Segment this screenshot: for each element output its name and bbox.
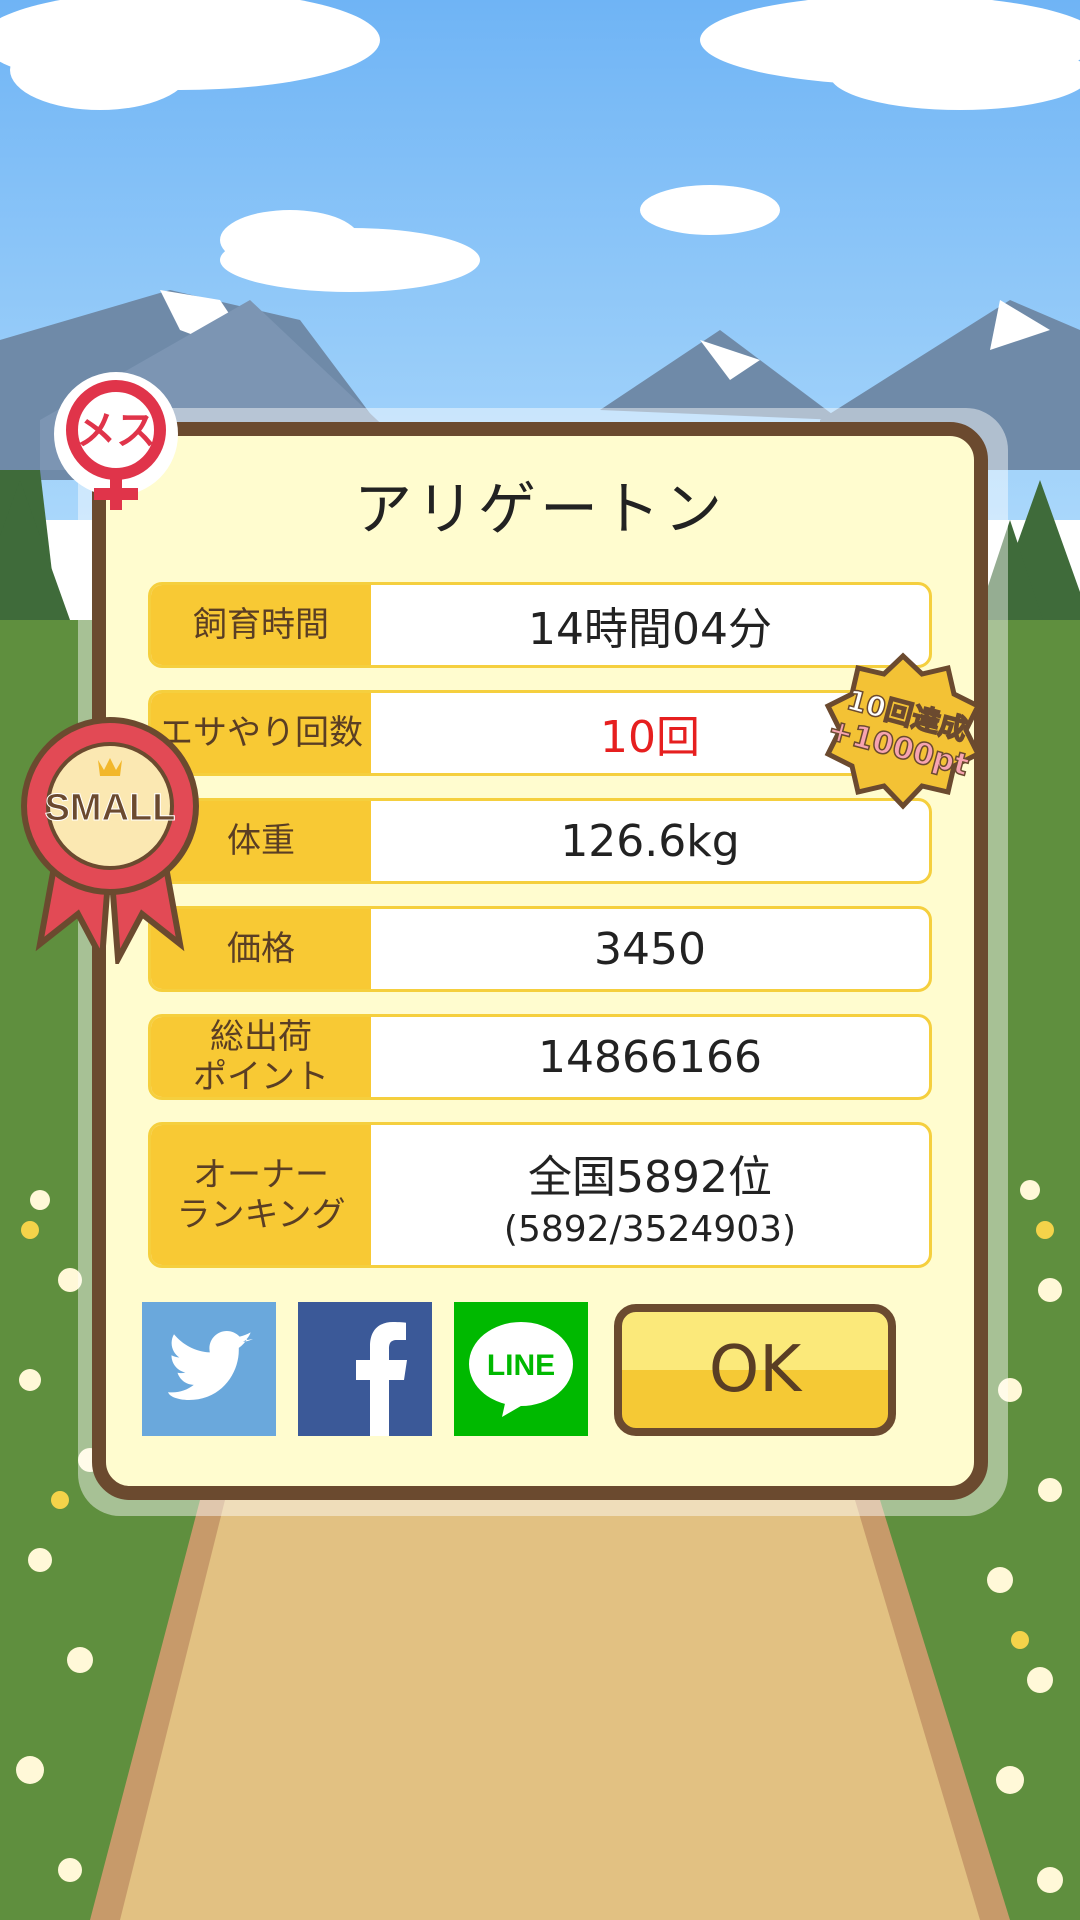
small-size-ribbon: SMALL: [21, 717, 199, 964]
stat-row-total-shipping-points: 総出荷 ポイント 14866166: [148, 1014, 932, 1100]
stat-value: 全国5892位 (5892/3524903): [371, 1125, 929, 1265]
female-gender-badge: メス: [54, 372, 178, 510]
line-icon: LINE: [469, 1322, 573, 1417]
ranking-value: 全国5892位: [528, 1151, 772, 1203]
stat-value: 14866166: [538, 1031, 762, 1083]
stat-label-line1: 総出荷: [210, 1017, 312, 1057]
stat-row-price: 価格 3450: [148, 906, 932, 992]
stat-label: 総出荷 ポイント: [151, 1017, 371, 1097]
facebook-share-button[interactable]: [298, 1302, 432, 1436]
twitter-share-button[interactable]: [142, 1302, 276, 1436]
stat-row-breeding-time: 飼育時間 14時間04分: [148, 582, 932, 668]
ribbon-text: SMALL: [45, 787, 176, 829]
stat-row-weight: 体重 126.6kg: [148, 798, 932, 884]
line-icon-text: LINE: [487, 1349, 555, 1382]
ok-button[interactable]: OK: [614, 1304, 896, 1436]
stat-label-line2: ポイント: [193, 1057, 329, 1097]
stat-row-owner-ranking: オーナー ランキング 全国5892位 (5892/3524903): [148, 1122, 932, 1268]
stat-row-feed-count: エサやり回数 10回: [148, 690, 932, 776]
animal-name-title: アリゲートン: [353, 475, 726, 543]
stat-label: オーナー ランキング: [151, 1125, 371, 1265]
ranking-sub-value: (5892/3524903): [503, 1208, 797, 1250]
stat-label-line2: ランキング: [176, 1195, 346, 1235]
stat-value: 3450: [594, 923, 706, 975]
stat-label-line1: オーナー: [192, 1155, 329, 1195]
stat-label: 飼育時間: [151, 585, 371, 665]
facebook-icon: [356, 1322, 407, 1436]
line-share-button[interactable]: LINE: [454, 1302, 588, 1436]
twitter-icon: [168, 1331, 253, 1400]
bonus-badge: 10回達成 +1000pt: [823, 652, 982, 810]
gender-text: メス: [76, 408, 156, 454]
